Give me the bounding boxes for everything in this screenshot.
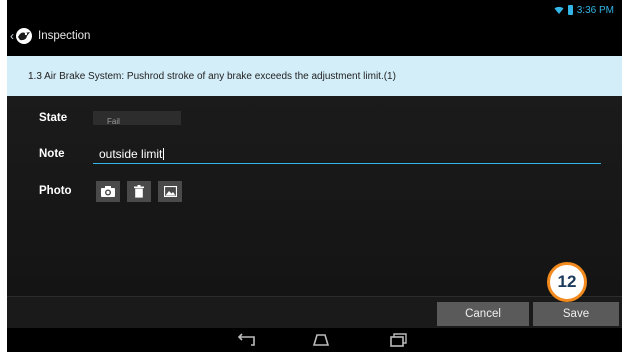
battery-icon (567, 5, 573, 15)
trash-icon (134, 185, 144, 198)
camera-button[interactable] (96, 181, 120, 202)
inspection-item-text: 1.3 Air Brake System: Pushrod stroke of … (28, 70, 396, 82)
step-number-badge: 12 (547, 262, 587, 302)
recent-apps-icon[interactable] (387, 333, 409, 347)
action-bar-title: Inspection (38, 30, 91, 42)
note-input[interactable]: outside limit (93, 145, 601, 164)
action-bar[interactable]: ‹ Inspection (7, 20, 622, 52)
back-icon[interactable] (234, 333, 256, 347)
note-value: outside limit (99, 147, 163, 161)
step-number: 12 (557, 272, 577, 291)
camera-icon (101, 186, 115, 197)
status-bar: 3:36 PM (7, 0, 622, 20)
gallery-button[interactable] (158, 181, 182, 202)
button-bar: Cancel Save (7, 296, 622, 329)
app-logo-icon[interactable] (15, 27, 33, 45)
status-time: 3:36 PM (576, 4, 614, 16)
cancel-button[interactable]: Cancel (437, 302, 529, 326)
home-icon[interactable] (310, 333, 332, 347)
gallery-icon (163, 186, 177, 197)
tablet-screen: 3:36 PM ‹ Inspection 1.3 Air Brake Syste… (7, 0, 622, 352)
save-button[interactable]: Save (533, 302, 619, 326)
state-label: State (39, 112, 68, 124)
state-selector[interactable]: Fail (93, 111, 181, 126)
state-value: Fail (107, 117, 120, 126)
inspection-item-banner: 1.3 Air Brake System: Pushrod stroke of … (7, 56, 622, 96)
navigation-bar (7, 328, 622, 352)
inspection-form: State Fail Note outside limit Photo (7, 96, 622, 296)
text-cursor (163, 147, 165, 160)
up-navigation-caret[interactable]: ‹ (10, 29, 14, 43)
wifi-icon (554, 6, 564, 14)
photo-label: Photo (39, 185, 72, 197)
note-label: Note (39, 148, 65, 160)
delete-photo-button[interactable] (127, 181, 151, 202)
